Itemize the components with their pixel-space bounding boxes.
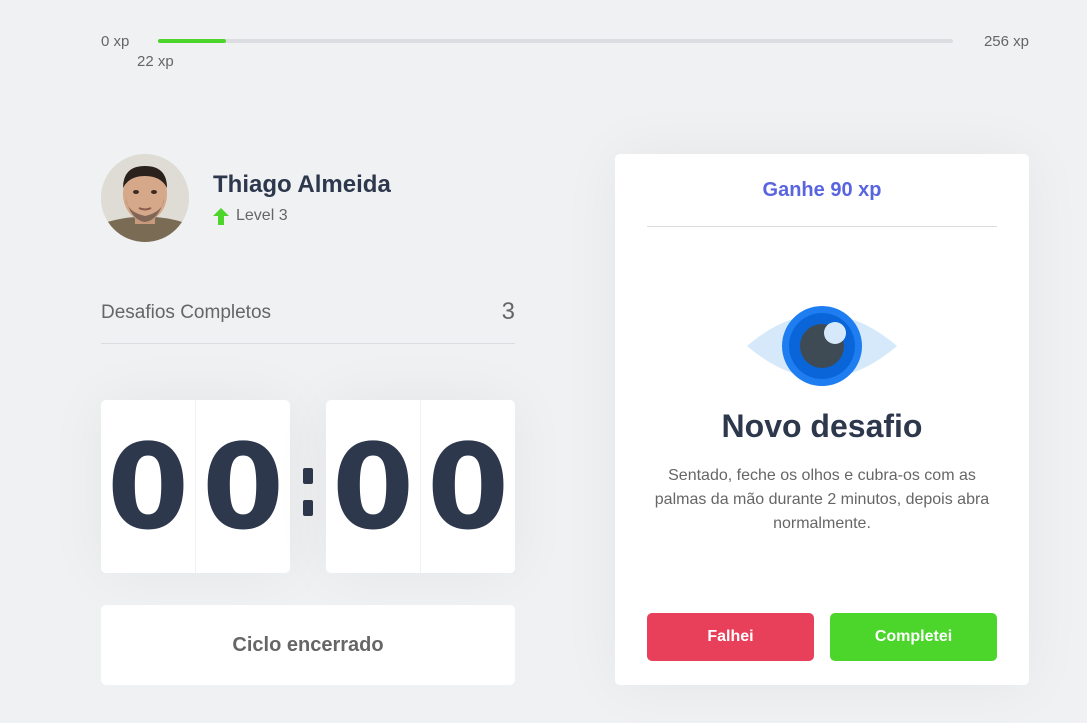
countdown-minutes: 0 0 xyxy=(101,400,290,573)
completed-challenges-label: Desafios Completos xyxy=(101,302,272,323)
xp-start-label: 0 xp xyxy=(101,33,130,50)
cycle-finished-button[interactable]: Ciclo encerrado xyxy=(101,605,515,685)
completed-challenges-count: 3 xyxy=(501,298,515,325)
level-up-arrow-icon xyxy=(213,207,229,225)
xp-end-label: 256 xp xyxy=(983,33,1029,50)
challenge-title: Novo desafio xyxy=(721,408,923,444)
minute-units-digit: 0 xyxy=(195,400,290,573)
avatar-image xyxy=(101,154,189,242)
profile-name: Thiago Almeida xyxy=(213,171,391,198)
challenge-succeeded-button[interactable]: Completei xyxy=(830,613,997,661)
experience-bar: 0 xp 22 xp 256 xp xyxy=(101,32,1029,72)
profile: Thiago Almeida Level 3 xyxy=(101,154,515,242)
second-tens-digit: 0 xyxy=(331,417,415,556)
countdown-separator xyxy=(302,462,314,520)
second-units-digit: 0 xyxy=(420,400,515,573)
completed-challenges: Desafios Completos 3 xyxy=(101,296,515,344)
countdown-seconds: 0 0 xyxy=(326,400,515,573)
level-row: Level 3 xyxy=(213,207,288,225)
challenge-reward: Ganhe 90 xp xyxy=(647,154,997,227)
challenge-description: Sentado, feche os olhos e cubra-os com a… xyxy=(654,467,990,532)
level-label: Level 3 xyxy=(236,207,288,224)
challenge-failed-button[interactable]: Falhei xyxy=(647,613,814,661)
eye-icon xyxy=(747,306,897,386)
challenge-card: Ganhe 90 xp Novo desafio Sentado, feche … xyxy=(615,154,1029,685)
avatar xyxy=(101,154,189,242)
xp-progress-track xyxy=(158,39,953,43)
minute-tens-digit: 0 xyxy=(106,417,190,556)
countdown: 0 0 0 0 xyxy=(101,400,515,573)
xp-progress-fill xyxy=(158,39,227,43)
xp-current-label: 22 xp xyxy=(137,53,174,70)
